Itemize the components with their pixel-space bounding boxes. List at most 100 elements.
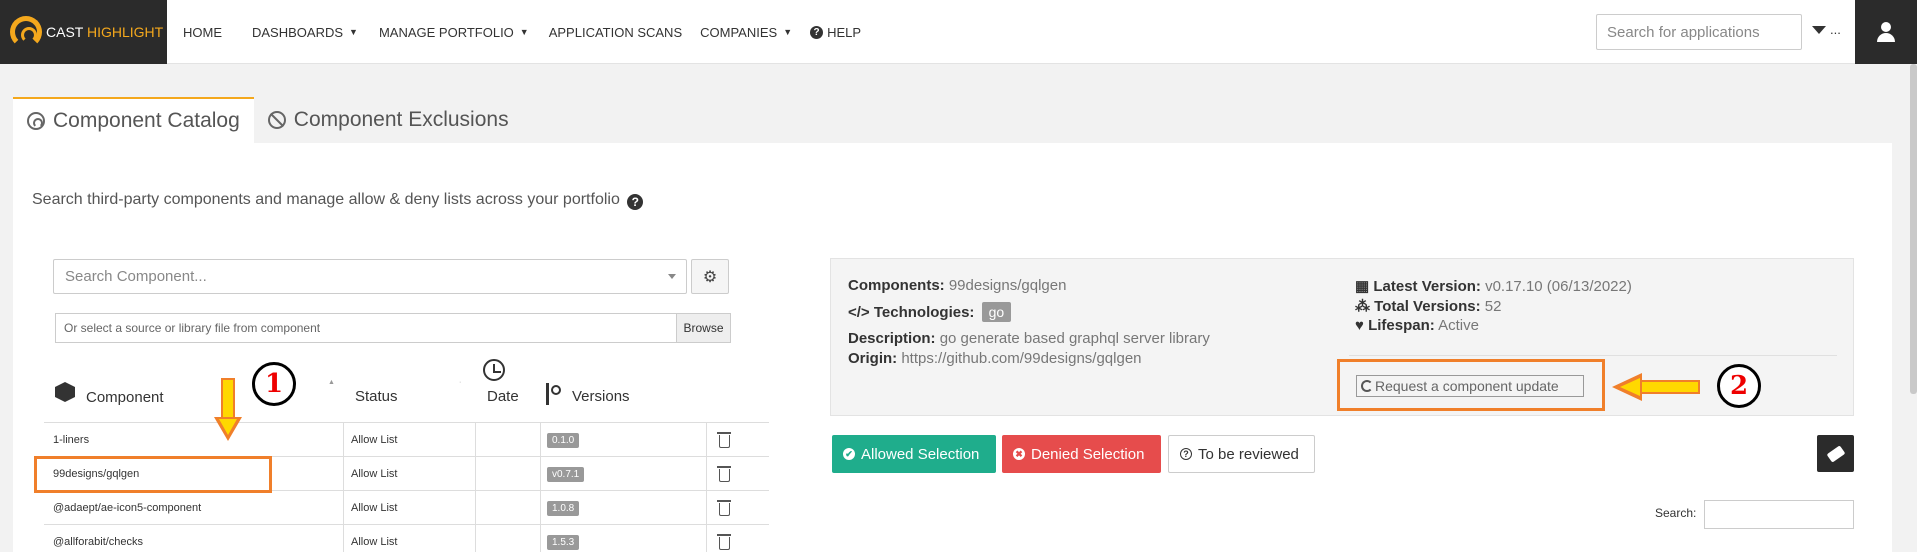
nav-application-scans-label: APPLICATION SCANS	[548, 24, 683, 40]
tab-component-catalog[interactable]: Component Catalog	[13, 97, 254, 143]
info-total-versions: ⁂ Total Versions: 52	[1355, 297, 1501, 315]
table-row[interactable]: @allforabit/checks Allow List 1.5.3	[44, 524, 769, 552]
info-latest-version-label: Latest Version:	[1373, 278, 1481, 295]
clear-selection-button[interactable]	[1817, 435, 1854, 472]
component-name[interactable]: @adaept/ae-icon5-component	[53, 491, 201, 525]
info-origin-link[interactable]: https://github.com/99designs/gqlgen	[901, 350, 1141, 367]
info-technologies: </> Technologies: go	[848, 302, 1012, 322]
component-search-select[interactable]: Search Component...	[53, 259, 687, 294]
column-header-versions[interactable]: Versions	[572, 388, 630, 405]
info-latest-version-value: v0.17.10 (06/13/2022)	[1485, 278, 1632, 295]
annotation-number-2: 2	[1717, 364, 1761, 408]
info-components-label: Components:	[848, 277, 945, 294]
annotation-number-1: 1	[252, 362, 296, 406]
info-lifespan: ♥ Lifespan: Active	[1355, 317, 1479, 334]
annotation-arrow-left-head	[1612, 373, 1642, 401]
trash-icon	[717, 500, 731, 516]
tab-component-exclusions-label: Component Exclusions	[293, 108, 509, 131]
delete-button[interactable]	[717, 457, 731, 491]
table-row[interactable]: @adaept/ae-icon5-component Allow List 1.…	[44, 490, 769, 525]
column-header-status[interactable]: Status	[355, 388, 398, 405]
component-name[interactable]: 1-liners	[53, 423, 89, 457]
column-header-component[interactable]: Component	[86, 389, 164, 406]
settings-button[interactable]: ⚙	[691, 259, 729, 294]
info-total-versions-label: Total Versions:	[1374, 298, 1481, 315]
version-badge: v0.7.1	[547, 466, 585, 482]
brand-name-part1: CAST	[46, 24, 87, 40]
question-circle-icon[interactable]: ?	[627, 194, 644, 210]
delete-button[interactable]	[717, 525, 731, 552]
allowed-selection-label: Allowed Selection	[861, 445, 980, 463]
column-header-date[interactable]: Date	[487, 388, 519, 405]
source-file-input[interactable]: Or select a source or library file from …	[55, 313, 677, 343]
info-lifespan-label: Lifespan:	[1368, 317, 1435, 334]
page-scrollbar[interactable]	[1910, 64, 1917, 394]
filter-button[interactable]: ...	[1812, 22, 1841, 37]
browse-label: Browse	[683, 321, 724, 335]
question-circle-icon: ?	[810, 25, 824, 39]
table-row[interactable]: 1-liners Allow List 0.1.0	[44, 422, 769, 457]
table-search-input[interactable]	[1704, 500, 1854, 529]
delete-button[interactable]	[717, 491, 731, 525]
allowed-selection-button[interactable]: ✔ Allowed Selection	[832, 435, 996, 473]
version-badge: 0.1.0	[547, 432, 580, 448]
page-subtitle: Search third-party components and manage…	[32, 191, 644, 210]
delete-button[interactable]	[717, 423, 731, 457]
nav-companies-label: COMPANIES	[700, 24, 778, 40]
annotation-arrow-down-head	[214, 417, 242, 441]
chevron-down-icon	[668, 274, 676, 279]
nav-companies[interactable]: COMPANIES ▼	[682, 25, 792, 40]
info-description: Description: go generate based graphql s…	[848, 330, 1210, 347]
sort-icon[interactable]: ▲	[328, 379, 335, 386]
nav-dashboards-label: DASHBOARDS	[252, 24, 344, 40]
branch-icon	[545, 383, 561, 405]
info-origin: Origin: https://github.com/99designs/gql…	[848, 350, 1142, 367]
browse-button[interactable]: Browse	[677, 313, 731, 343]
nav-home-label: HOME	[183, 24, 222, 40]
component-name[interactable]: @allforabit/checks	[53, 525, 143, 552]
trash-icon	[717, 432, 731, 448]
nav-application-scans[interactable]: APPLICATION SCANS	[529, 25, 682, 40]
search-applications-input[interactable]	[1596, 14, 1802, 50]
annotation-arrow-left	[1640, 380, 1700, 394]
sort-icon[interactable]: ·	[459, 379, 461, 386]
column-divider	[343, 457, 344, 491]
column-divider	[343, 423, 344, 457]
column-divider	[475, 423, 476, 457]
column-divider	[475, 525, 476, 552]
user-icon	[1876, 22, 1896, 42]
trash-icon	[717, 534, 731, 550]
column-divider	[706, 491, 707, 525]
nav-help[interactable]: ? HELP	[792, 25, 861, 40]
tab-component-exclusions[interactable]: Component Exclusions	[254, 97, 523, 143]
question-circle-icon: ?	[1180, 448, 1192, 460]
column-divider	[540, 423, 541, 457]
component-search-placeholder: Search Component...	[65, 268, 207, 285]
info-lifespan-value: Active	[1438, 317, 1479, 334]
annotation-highlight-button	[1337, 359, 1605, 411]
brand-logo[interactable]: CAST HIGHLIGHT	[0, 0, 167, 64]
ban-icon	[267, 111, 286, 129]
column-divider	[540, 491, 541, 525]
times-circle-icon: ✖	[1013, 448, 1025, 460]
column-divider	[706, 423, 707, 457]
version-badge: 1.5.3	[547, 534, 580, 550]
info-components: Components: 99designs/gqlgen	[848, 277, 1066, 294]
info-origin-label: Origin:	[848, 350, 898, 367]
nav-dashboards[interactable]: DASHBOARDS ▼	[222, 25, 358, 40]
user-menu-button[interactable]	[1855, 0, 1917, 64]
denied-selection-button[interactable]: ✖ Denied Selection	[1002, 435, 1161, 473]
chevron-down-icon: ▼	[349, 27, 358, 37]
page-subtitle-text: Search third-party components and manage…	[32, 191, 620, 208]
to-be-reviewed-button[interactable]: ? To be reviewed	[1168, 435, 1315, 473]
gear-icon: ⚙	[702, 268, 718, 286]
cast-logo-icon	[10, 16, 42, 48]
info-components-value: 99designs/gqlgen	[948, 277, 1067, 294]
nav-manage-portfolio[interactable]: MANAGE PORTFOLIO ▼	[358, 25, 529, 40]
filter-label: ...	[1830, 22, 1841, 37]
nav-home[interactable]: HOME	[168, 25, 222, 40]
main-nav: HOME DASHBOARDS ▼ MANAGE PORTFOLIO ▼ APPLI…	[168, 0, 861, 64]
calendar-icon: ▦	[1355, 278, 1370, 295]
nav-manage-portfolio-label: MANAGE PORTFOLIO	[378, 24, 514, 40]
column-divider	[540, 525, 541, 552]
